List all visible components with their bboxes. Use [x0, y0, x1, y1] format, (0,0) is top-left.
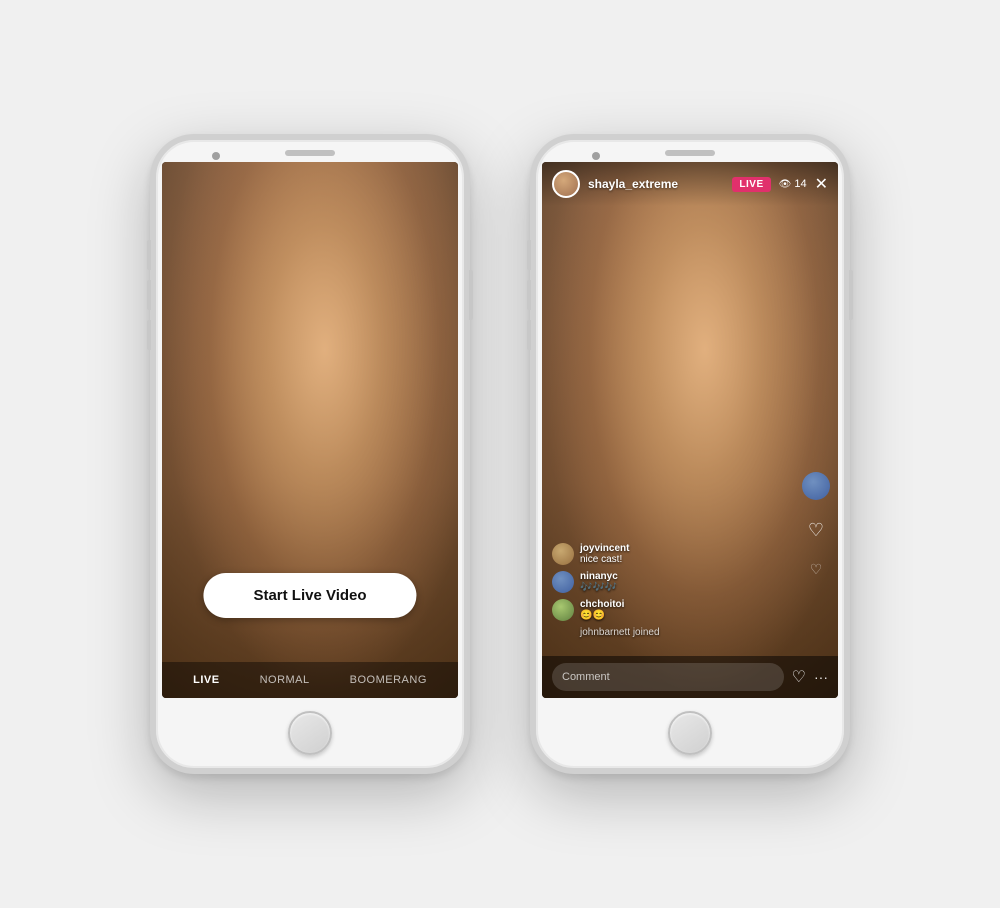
- phone-2-top: [536, 140, 844, 162]
- comment-username-1: joyvincent: [580, 543, 629, 554]
- live-badge: LIVE: [732, 177, 770, 192]
- home-button-1[interactable]: [288, 711, 332, 755]
- comment-row-1: joyvincent nice cast!: [552, 543, 778, 565]
- tab-boomerang[interactable]: BOOMERANG: [350, 674, 427, 686]
- comment-username-3: chchoitoi: [580, 599, 624, 610]
- viewer-avatar-float: [802, 472, 830, 500]
- floating-reactions: ♡ ♡: [802, 472, 830, 578]
- phone-2-bottom: [536, 698, 844, 768]
- comment-avatar-3: [552, 599, 574, 621]
- start-live-video-button[interactable]: Start Live Video: [203, 573, 416, 618]
- comment-content-3: chchoitoi 😊😊: [580, 599, 624, 621]
- comment-username-2: ninanyc: [580, 571, 618, 582]
- home-button-2[interactable]: [668, 711, 712, 755]
- speaker-1: [285, 150, 335, 156]
- capture-mode-tabs: LIVE NORMAL BOOMERANG: [162, 662, 458, 698]
- close-button[interactable]: ✕: [815, 174, 828, 194]
- heart-button[interactable]: ♡: [792, 667, 806, 687]
- comment-text-2: 🎶🎶🎶: [580, 582, 618, 593]
- viewer-number: 14: [794, 178, 806, 190]
- screen-2: shayla_extreme LIVE 👁 14 ✕ ♡ ♡ joyvincen…: [542, 162, 838, 698]
- comments-section: joyvincent nice cast! ninanyc 🎶🎶🎶 chchoi…: [542, 543, 788, 648]
- tab-live[interactable]: LIVE: [193, 674, 219, 686]
- streamer-avatar: [552, 170, 580, 198]
- comment-input-bar: Comment ♡ ···: [542, 656, 838, 698]
- screen-1: ⚙ › Start Live Video LIVE NORMAL BOOMERA…: [162, 162, 458, 698]
- heart-float-small: ♡: [810, 561, 823, 578]
- heart-float-large: ♡: [808, 520, 824, 541]
- speaker-2: [665, 150, 715, 156]
- comment-input[interactable]: Comment: [552, 663, 784, 691]
- comment-row-2: ninanyc 🎶🎶🎶: [552, 571, 778, 593]
- comment-avatar-1: [552, 543, 574, 565]
- front-camera-2: [592, 152, 600, 160]
- live-stream-header: shayla_extreme LIVE 👁 14 ✕: [542, 162, 838, 206]
- viewer-count: 👁 14: [779, 178, 807, 190]
- phone-2: shayla_extreme LIVE 👁 14 ✕ ♡ ♡ joyvincen…: [530, 134, 850, 774]
- comment-placeholder: Comment: [562, 671, 610, 683]
- phone-1-top: [156, 140, 464, 162]
- comment-content-1: joyvincent nice cast!: [580, 543, 629, 565]
- tab-normal[interactable]: NORMAL: [260, 674, 310, 686]
- comment-text-1: nice cast!: [580, 554, 629, 565]
- comment-text-3: 😊😊: [580, 610, 624, 621]
- phone-1-bottom: [156, 698, 464, 768]
- comment-avatar-2: [552, 571, 574, 593]
- phone-1: ⚙ › Start Live Video LIVE NORMAL BOOMERA…: [150, 134, 470, 774]
- eye-icon: 👁: [779, 179, 792, 190]
- more-options-button[interactable]: ···: [814, 669, 828, 685]
- comment-row-3: chchoitoi 😊😊: [552, 599, 778, 621]
- streamer-username: shayla_extreme: [588, 177, 724, 191]
- front-camera-1: [212, 152, 220, 160]
- comment-content-2: ninanyc 🎶🎶🎶: [580, 571, 618, 593]
- join-notification: johnbarnett joined: [552, 627, 778, 638]
